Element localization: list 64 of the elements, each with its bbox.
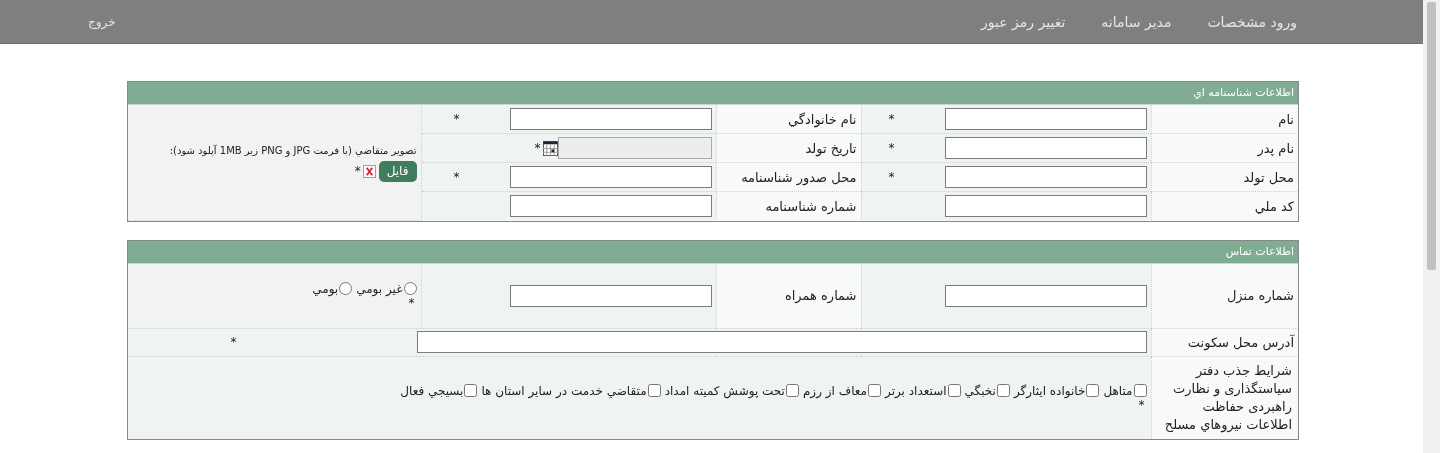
required-mark: * [1137,397,1145,412]
field-label: نام [1278,111,1294,127]
radio-button[interactable] [339,282,353,295]
checkbox[interactable] [996,384,1010,397]
scrollbar[interactable] [1423,0,1440,453]
required-mark: * [888,170,895,184]
nav-link[interactable]: ورود مشخصات [1207,13,1297,30]
field-label: شماره همراه [784,288,857,303]
logout-link[interactable]: خروج [88,14,116,29]
field-label: محل تولد [1243,169,1294,185]
checkbox[interactable] [868,384,882,397]
checkbox[interactable] [647,384,661,397]
field-label: تاریخ تولد [805,140,857,156]
checkbox[interactable] [785,384,799,397]
input-field[interactable] [944,137,1147,159]
option-label: نخبگي [964,383,996,398]
required-mark: * [453,112,460,126]
field-label: محل صدور شناسنامه [741,169,857,185]
nav-link[interactable]: مدیر سامانه [1101,13,1172,30]
section-title: اطلاعات تماس [128,240,1298,264]
field-label: شرایط جذب دفتر سیاستگذاری و نظارت راهبردی حفاظت اطلاعات نیروهاي مسلح [1164,362,1292,432]
field-label: آدرس محل سکونت [1187,334,1294,350]
input-field[interactable] [944,108,1147,130]
input-field[interactable] [944,166,1147,188]
checkbox[interactable] [1086,384,1100,397]
input-field[interactable] [509,284,712,307]
field-label: شماره منزل [1226,288,1294,303]
required-mark: * [534,141,541,155]
required-mark: * [407,295,415,310]
input-field[interactable] [509,166,712,188]
option-label: تحت پوشش کمیته امداد [664,383,785,398]
option-label: بومي [312,281,339,296]
input-field[interactable] [944,284,1147,307]
calendar-icon[interactable] [542,140,558,156]
broken-image-icon [362,164,376,178]
required-mark: * [230,335,237,349]
file-button[interactable]: فایل [378,160,417,182]
checkbox[interactable] [947,384,961,397]
input-field[interactable] [416,331,1147,353]
input-field[interactable] [944,195,1147,217]
option-label: بسیجي فعال [400,383,464,398]
nav-link[interactable]: تغییر رمز عبور [981,13,1066,30]
option-label: استعداد برتر [885,383,947,398]
option-label: معاف از رزم [802,383,868,398]
field-label: نام پدر [1257,140,1294,156]
checkbox[interactable] [464,384,478,397]
scrollbar-thumb[interactable] [1427,2,1436,270]
required-mark: * [888,141,895,155]
upload-caption: تصویر متقاضي (با فرمت JPG و PNG زیر 1MB آپلود شود): [168,143,417,159]
radio-button[interactable] [403,282,417,295]
field-label: شماره شناسنامه [765,198,857,214]
input-field[interactable] [509,108,712,130]
field-label: نام خانوادگي [787,111,857,127]
required-mark: * [888,112,895,126]
option-label: غیر بومي [356,281,403,296]
option-label: متقاضي خدمت در سایر استان ها [481,383,647,398]
checkbox[interactable] [1133,384,1147,397]
input-field[interactable] [509,195,712,217]
option-label: متاهل [1103,383,1133,398]
section-title: اطلاعات شناسنامه اي [128,82,1298,105]
option-label: خانواده ایثارگر [1013,383,1086,398]
required-mark: * [354,164,361,179]
required-mark: * [453,170,460,184]
field-label: کد ملي [1254,198,1294,214]
